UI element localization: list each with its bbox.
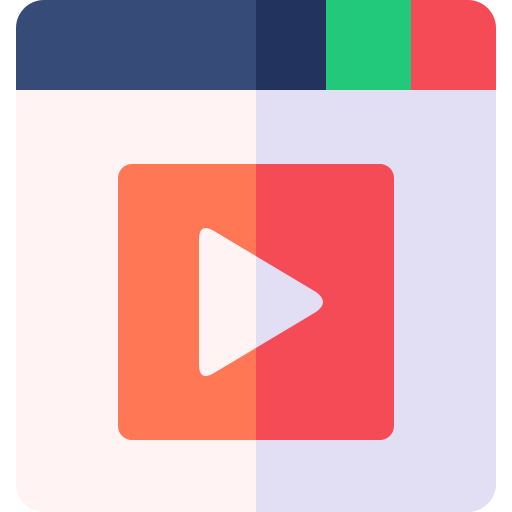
browser-window-icon bbox=[16, 0, 496, 512]
close-button[interactable] bbox=[411, 0, 496, 90]
video-window-illustration bbox=[0, 0, 512, 512]
titlebar-right bbox=[256, 0, 326, 90]
maximize-button[interactable] bbox=[326, 0, 411, 90]
titlebar-left bbox=[16, 0, 256, 90]
